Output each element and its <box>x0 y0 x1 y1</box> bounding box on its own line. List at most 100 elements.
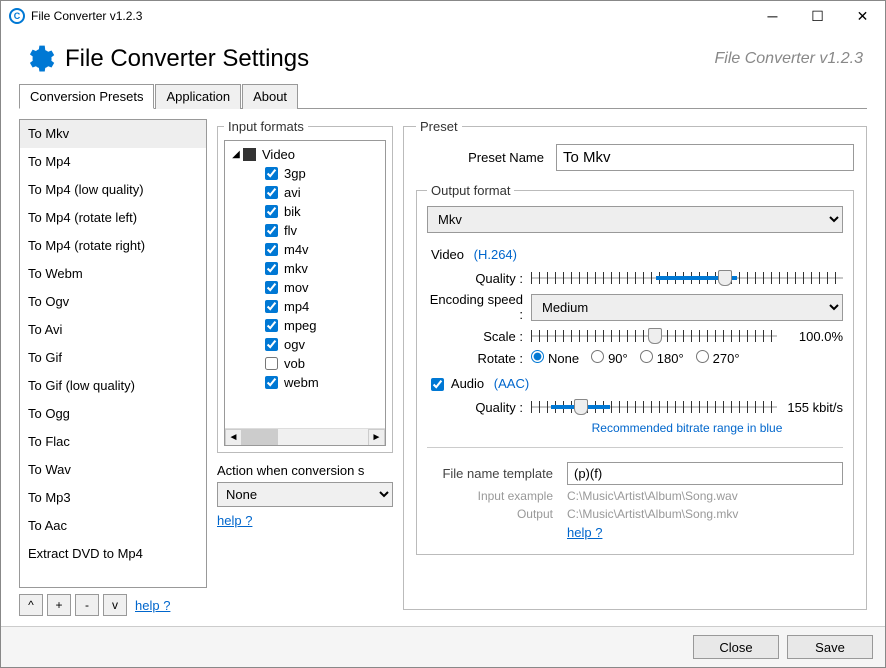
format-item-mpeg[interactable]: mpeg <box>229 316 381 335</box>
remove-preset-button[interactable]: - <box>75 594 99 616</box>
output-format-legend: Output format <box>427 183 514 198</box>
preset-item[interactable]: To Webm <box>20 260 206 288</box>
rotate-option[interactable]: None <box>531 350 579 366</box>
save-button[interactable]: Save <box>787 635 873 659</box>
format-item-webm[interactable]: webm <box>229 373 381 392</box>
format-item-flv[interactable]: flv <box>229 221 381 240</box>
format-checkbox[interactable] <box>265 224 278 237</box>
preset-name-input[interactable] <box>556 144 854 171</box>
gear-icon <box>23 43 55 75</box>
page-title: File Converter Settings <box>65 45 714 73</box>
format-checkbox[interactable] <box>265 376 278 389</box>
minimize-button[interactable]: ─ <box>750 2 795 30</box>
audio-quality-label: Quality : <box>427 400 531 415</box>
action-label: Action when conversion s <box>217 463 393 478</box>
format-checkbox[interactable] <box>265 205 278 218</box>
input-formats-tree[interactable]: ◢ Video 3gpavibikflvm4vmkvmovmp4mpegogvv… <box>224 140 386 446</box>
scroll-left-icon[interactable]: ◄ <box>225 429 242 446</box>
close-window-button[interactable]: ✕ <box>840 2 885 30</box>
tab-application[interactable]: Application <box>155 84 241 109</box>
format-item-mp4[interactable]: mp4 <box>229 297 381 316</box>
audio-quality-slider[interactable] <box>531 397 777 417</box>
preset-item[interactable]: To Gif (low quality) <box>20 372 206 400</box>
reco-text: Recommended bitrate range in blue <box>531 421 843 435</box>
preset-item[interactable]: To Mp4 (rotate right) <box>20 232 206 260</box>
tab-conversion-presets[interactable]: Conversion Presets <box>19 84 154 109</box>
preset-item[interactable]: To Avi <box>20 316 206 344</box>
add-preset-button[interactable]: + <box>47 594 71 616</box>
input-formats-legend: Input formats <box>224 119 308 134</box>
move-up-button[interactable]: ^ <box>19 594 43 616</box>
action-help-link[interactable]: help ? <box>217 513 393 528</box>
format-item-m4v[interactable]: m4v <box>229 240 381 259</box>
preset-item[interactable]: To Wav <box>20 456 206 484</box>
preset-item[interactable]: To Mp4 (low quality) <box>20 176 206 204</box>
video-section-label: Video (H.264) <box>431 247 843 262</box>
format-checkbox[interactable] <box>265 300 278 313</box>
encoding-speed-select[interactable]: Medium <box>531 294 843 321</box>
preset-item[interactable]: To Mp4 <box>20 148 206 176</box>
format-checkbox[interactable] <box>265 319 278 332</box>
preset-item[interactable]: To Mp3 <box>20 484 206 512</box>
audio-section-label: Audio <box>451 376 484 391</box>
rotate-option[interactable]: 180° <box>640 350 684 366</box>
format-item-vob[interactable]: vob <box>229 354 381 373</box>
tab-about[interactable]: About <box>242 84 298 109</box>
preset-item[interactable]: To Ogv <box>20 288 206 316</box>
format-checkbox[interactable] <box>265 167 278 180</box>
tree-group-video[interactable]: ◢ Video <box>229 145 381 164</box>
preset-item[interactable]: To Mp4 (rotate left) <box>20 204 206 232</box>
encoding-speed-label: Encoding speed : <box>427 292 531 322</box>
rotate-group: None 90° 180° 270° <box>531 350 843 366</box>
input-formats-group: Input formats ◢ Video 3gpavibikflvm4vmkv… <box>217 119 393 453</box>
group-checkbox[interactable] <box>243 148 256 161</box>
format-checkbox[interactable] <box>265 186 278 199</box>
scale-value: 100.0% <box>777 329 843 344</box>
video-quality-slider[interactable] <box>531 268 843 288</box>
format-checkbox[interactable] <box>265 281 278 294</box>
format-checkbox[interactable] <box>265 262 278 275</box>
rotate-option[interactable]: 270° <box>696 350 740 366</box>
expand-icon[interactable]: ◢ <box>229 149 243 160</box>
format-item-mov[interactable]: mov <box>229 278 381 297</box>
rotate-option[interactable]: 90° <box>591 350 628 366</box>
preset-item[interactable]: To Ogg <box>20 400 206 428</box>
format-item-avi[interactable]: avi <box>229 183 381 202</box>
rotate-label: Rotate : <box>427 351 531 366</box>
format-checkbox[interactable] <box>265 338 278 351</box>
preset-list[interactable]: To MkvTo Mp4To Mp4 (low quality)To Mp4 (… <box>19 119 207 588</box>
preset-item[interactable]: To Gif <box>20 344 206 372</box>
preset-item[interactable]: To Flac <box>20 428 206 456</box>
format-item-3gp[interactable]: 3gp <box>229 164 381 183</box>
preset-item[interactable]: To Mkv <box>20 120 206 148</box>
preset-item[interactable]: To Aac <box>20 512 206 540</box>
format-item-ogv[interactable]: ogv <box>229 335 381 354</box>
scale-slider[interactable] <box>531 326 777 346</box>
presets-help-link[interactable]: help ? <box>135 598 170 613</box>
filename-template-input[interactable] <box>567 462 843 485</box>
tabs: Conversion Presets Application About <box>19 83 867 109</box>
move-down-button[interactable]: v <box>103 594 127 616</box>
preset-name-label: Preset Name <box>416 150 556 165</box>
output-format-select[interactable]: Mkv <box>427 206 843 233</box>
audio-enable-checkbox[interactable] <box>431 378 444 391</box>
horizontal-scrollbar[interactable]: ◄ ► <box>225 428 385 445</box>
output-example-value: C:\Music\Artist\Album\Song.mkv <box>567 507 843 521</box>
format-item-bik[interactable]: bik <box>229 202 381 221</box>
format-item-mkv[interactable]: mkv <box>229 259 381 278</box>
format-checkbox[interactable] <box>265 357 278 370</box>
page-subtitle: File Converter v1.2.3 <box>714 50 863 68</box>
preset-item[interactable]: Extract DVD to Mp4 <box>20 540 206 568</box>
footer: Close Save <box>1 626 885 667</box>
maximize-button[interactable]: ☐ <box>795 2 840 30</box>
filename-template-label: File name template <box>427 466 567 481</box>
format-checkbox[interactable] <box>265 243 278 256</box>
filename-help-link[interactable]: help ? <box>567 525 602 540</box>
action-select[interactable]: None <box>217 482 393 507</box>
titlebar: C File Converter v1.2.3 ─ ☐ ✕ <box>1 1 885 31</box>
scale-label: Scale : <box>427 329 531 344</box>
scroll-right-icon[interactable]: ► <box>368 429 385 446</box>
audio-bitrate-value: 155 kbit/s <box>777 400 843 415</box>
input-example-label: Input example <box>427 489 567 503</box>
close-button[interactable]: Close <box>693 635 779 659</box>
